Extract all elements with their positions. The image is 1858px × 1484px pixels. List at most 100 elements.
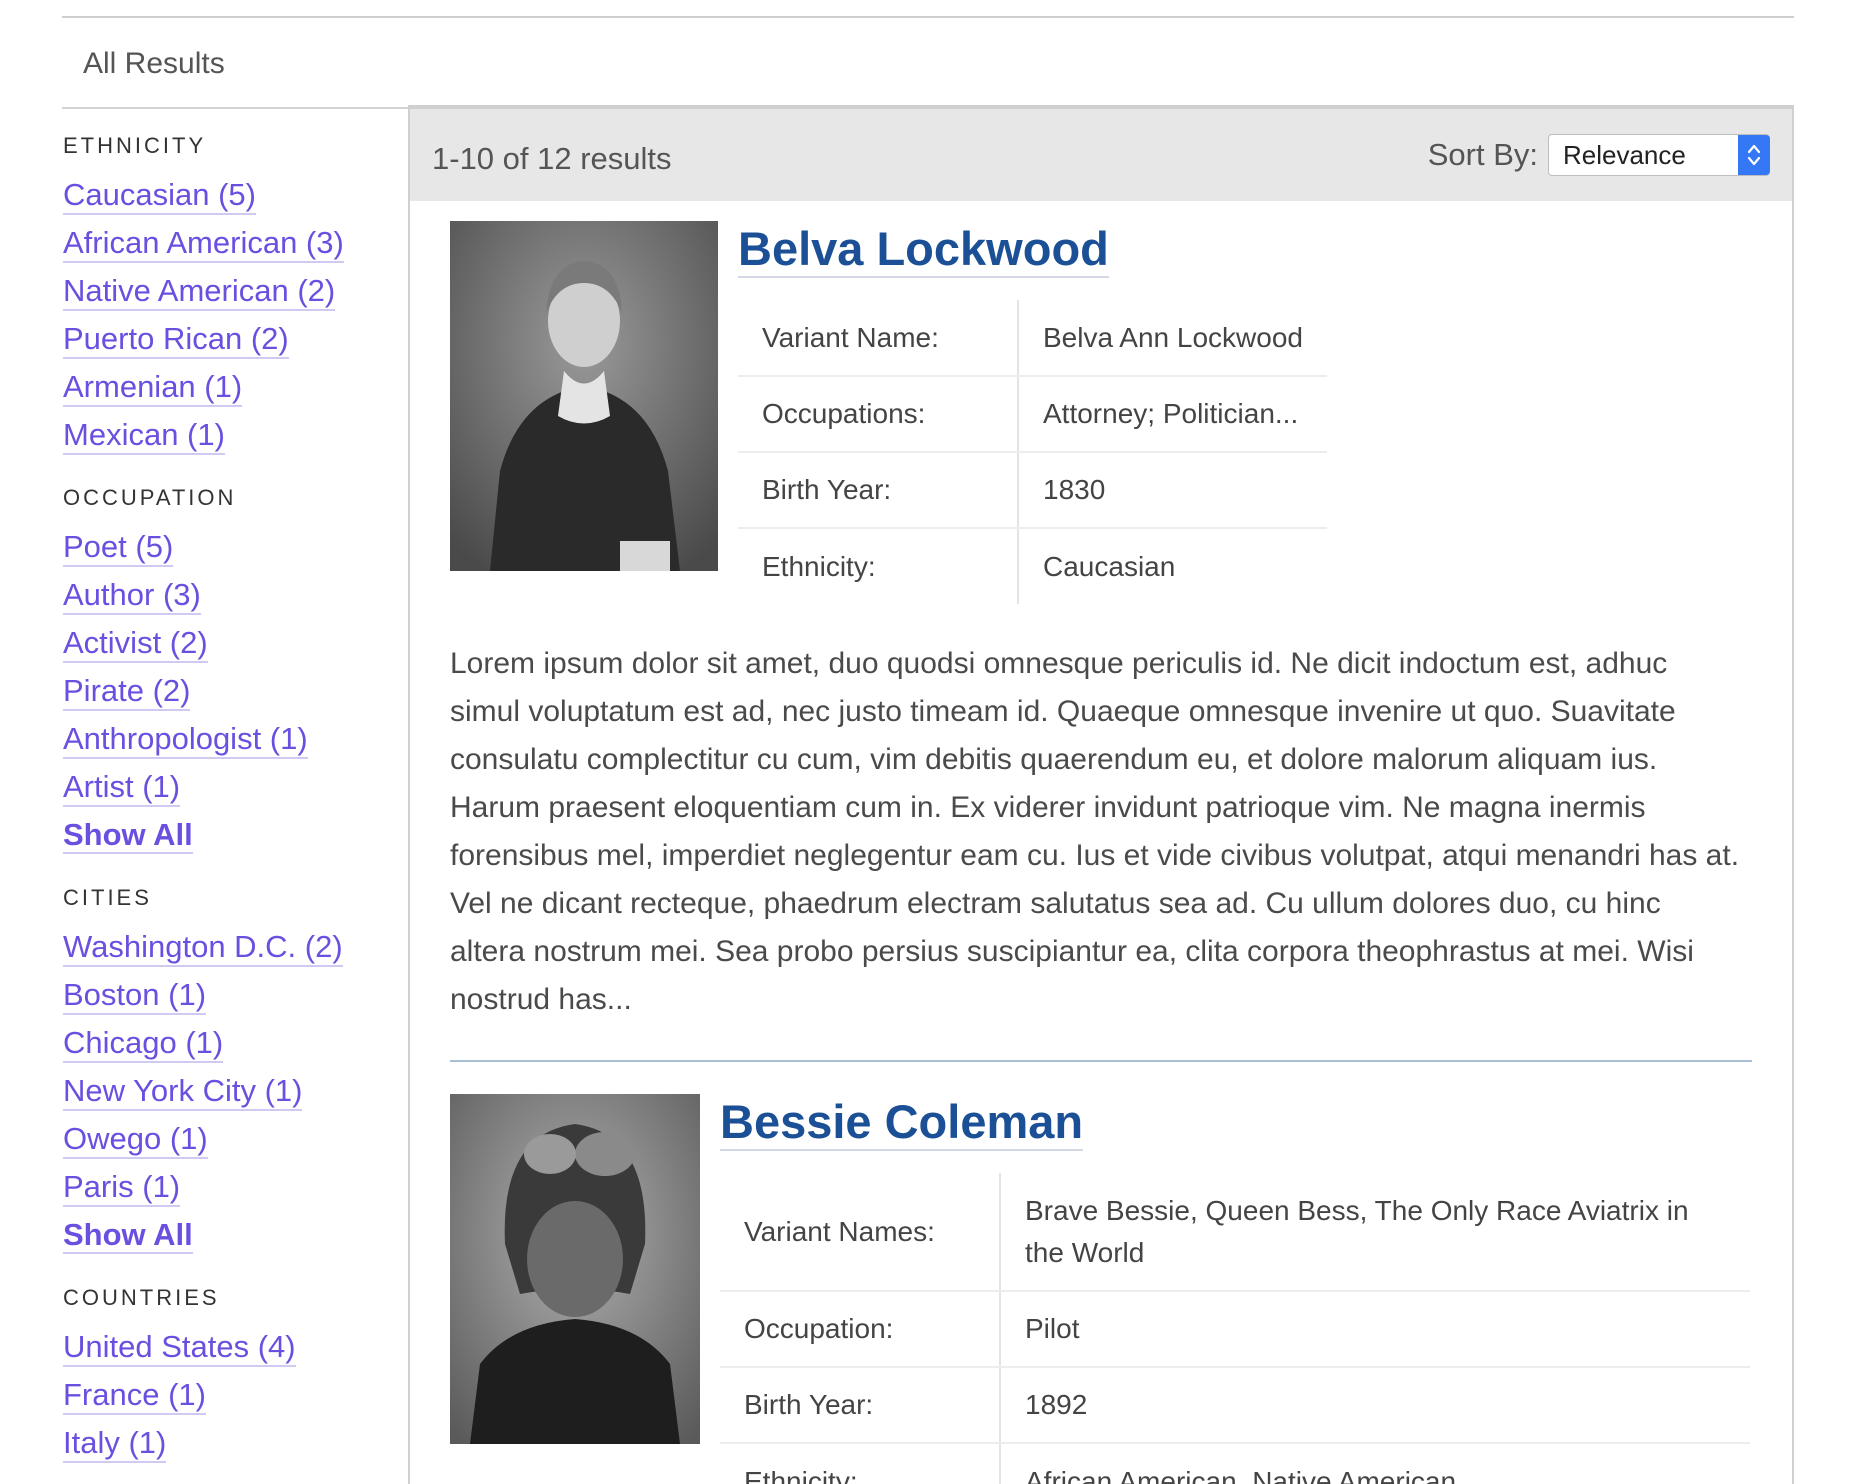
facet-link[interactable]: Anthropologist (1) — [63, 721, 308, 759]
facet-countries: COUNTRIES United States (4) France (1) I… — [62, 1285, 408, 1467]
facet-link[interactable]: New York City (1) — [63, 1073, 303, 1111]
facet-item: New York City (1) — [63, 1067, 408, 1115]
attribute-label: Occupations: — [738, 376, 1019, 453]
facet-title: ETHNICITY — [63, 133, 207, 158]
facet-link[interactable]: Italy (1) — [63, 1425, 167, 1463]
facet-item: Chicago (1) — [63, 1019, 408, 1067]
facet-link[interactable]: United States (4) — [63, 1329, 296, 1367]
facet-link[interactable]: France (1) — [63, 1377, 206, 1415]
breadcrumb-all-results[interactable]: All Results — [83, 47, 225, 81]
facet-item: Mexican (1) — [63, 411, 408, 459]
facet-sidebar: ETHNICITY Caucasian (5) African American… — [62, 107, 408, 1484]
sort-select[interactable]: Relevance — [1548, 134, 1770, 176]
facet-link[interactable]: Boston (1) — [63, 977, 207, 1015]
attribute-label: Birth Year: — [720, 1367, 1001, 1444]
result-header: Belva Lockwood Variant Name: Belva Ann L… — [450, 221, 1752, 604]
attribute-value: Belva Ann Lockwood — [1018, 300, 1327, 377]
result-card: Belva Lockwood Variant Name: Belva Ann L… — [450, 201, 1752, 1062]
sort-control: Sort By: Relevance — [1428, 134, 1770, 176]
facet-link[interactable]: Paris (1) — [63, 1169, 181, 1207]
result-card: Bessie Coleman Variant Names: Brave Bess… — [450, 1062, 1752, 1484]
table-row: Occupation: Pilot — [720, 1291, 1750, 1368]
attribute-label: Variant Names: — [720, 1173, 1001, 1292]
sort-label: Sort By: — [1427, 137, 1538, 172]
results-toolbar: 1-10 of 12 results Sort By: Relevance — [410, 109, 1792, 201]
facet-item: France (1) — [63, 1371, 408, 1419]
results-panel: 1-10 of 12 results Sort By: Relevance Be… — [408, 105, 1794, 1484]
facet-list: Washington D.C. (2) Boston (1) Chicago (… — [63, 923, 408, 1211]
facet-item: Armenian (1) — [63, 363, 408, 411]
facet-link[interactable]: Puerto Rican (2) — [63, 321, 289, 359]
facet-link[interactable]: Artist (1) — [63, 769, 181, 807]
chevron-up-down-icon — [1738, 135, 1770, 175]
attribute-value: African American, Native American — [1025, 1465, 1457, 1484]
attribute-label: Ethnicity: — [720, 1443, 1001, 1484]
facet-title: CITIES — [63, 885, 152, 910]
attribute-value: 1892 — [1000, 1367, 1750, 1444]
attribute-value: Brave Bessie, Queen Bess, The Only Race … — [1000, 1173, 1750, 1292]
attribute-label: Birth Year: — [738, 452, 1019, 529]
facet-title: OCCUPATION — [63, 485, 237, 510]
attribute-value: Attorney; Politician... — [1018, 376, 1327, 453]
person-attributes-table: Variant Names: Brave Bessie, Queen Bess,… — [720, 1173, 1750, 1484]
table-row: Ethnicity: African American, Native Amer… — [720, 1443, 1750, 1484]
facet-item: Artist (1) — [63, 763, 408, 811]
facet-link[interactable]: Chicago (1) — [63, 1025, 224, 1063]
facet-link[interactable]: Caucasian (5) — [63, 177, 256, 215]
person-attributes-table: Variant Name: Belva Ann Lockwood Occupat… — [738, 300, 1327, 604]
result-info: Bessie Coleman Variant Names: Brave Bess… — [720, 1094, 1752, 1484]
facet-cities: CITIES Washington D.C. (2) Boston (1) Ch… — [62, 885, 408, 1259]
facet-item: Caucasian (5) — [63, 171, 408, 219]
facet-list: Poet (5) Author (3) Activist (2) Pirate … — [63, 523, 408, 811]
show-all-link[interactable]: Show All — [63, 817, 193, 854]
facet-item: Pirate (2) — [63, 667, 408, 715]
facet-title: COUNTRIES — [63, 1285, 220, 1310]
table-row: Occupations: Attorney; Politician... — [738, 376, 1327, 453]
table-row: Ethnicity: Caucasian — [738, 528, 1327, 604]
portrait-image[interactable] — [450, 221, 718, 571]
result-info: Belva Lockwood Variant Name: Belva Ann L… — [738, 221, 1752, 604]
attribute-value: Caucasian — [1043, 550, 1176, 582]
facet-item: Boston (1) — [63, 971, 408, 1019]
table-row: Birth Year: 1830 — [738, 452, 1327, 529]
attribute-value: Pilot — [1000, 1291, 1750, 1368]
result-name-link[interactable]: Belva Lockwood — [738, 221, 1109, 278]
result-description: Lorem ipsum dolor sit amet, duo quodsi o… — [450, 647, 1740, 1016]
facet-item: Anthropologist (1) — [63, 715, 408, 763]
facet-link[interactable]: Pirate (2) — [63, 673, 191, 711]
facet-item: Native American (2) — [63, 267, 408, 315]
facet-link[interactable]: Owego (1) — [63, 1121, 208, 1159]
facet-item: Owego (1) — [63, 1115, 408, 1163]
facet-link[interactable]: Mexican (1) — [63, 417, 225, 455]
cities-show-all: Show All — [63, 1211, 408, 1259]
portrait-image[interactable] — [450, 1094, 700, 1444]
facet-item: Washington D.C. (2) — [63, 923, 408, 971]
result-name-link[interactable]: Bessie Coleman — [720, 1094, 1084, 1151]
facet-item: Paris (1) — [63, 1163, 408, 1211]
facet-link[interactable]: Activist (2) — [63, 625, 208, 663]
facet-link[interactable]: Poet (5) — [63, 529, 174, 567]
attribute-label: Occupation: — [720, 1291, 1001, 1368]
facet-item: United States (4) — [63, 1323, 408, 1371]
attribute-label: Ethnicity: — [738, 528, 1019, 604]
table-row: Birth Year: 1892 — [720, 1367, 1750, 1444]
facet-ethnicity: ETHNICITY Caucasian (5) African American… — [62, 133, 408, 459]
table-row: Variant Name: Belva Ann Lockwood — [738, 300, 1327, 377]
facet-link[interactable]: Native American (2) — [63, 273, 336, 311]
facet-item: Activist (2) — [63, 619, 408, 667]
facet-link[interactable]: African American (3) — [63, 225, 344, 263]
sort-select-value: Relevance — [1563, 139, 1686, 170]
table-row: Variant Names: Brave Bessie, Queen Bess,… — [720, 1173, 1750, 1292]
show-all-link[interactable]: Show All — [63, 1217, 193, 1254]
facet-list: United States (4) France (1) Italy (1) — [63, 1323, 408, 1467]
result-header: Bessie Coleman Variant Names: Brave Bess… — [450, 1094, 1752, 1484]
facet-link[interactable]: Armenian (1) — [63, 369, 243, 407]
facet-item: Puerto Rican (2) — [63, 315, 408, 363]
facet-link[interactable]: Author (3) — [63, 577, 201, 615]
results-count: 1-10 of 12 results — [432, 141, 672, 176]
facet-item: Author (3) — [63, 571, 408, 619]
top-divider — [62, 16, 1794, 18]
facet-occupation: OCCUPATION Poet (5) Author (3) Activist … — [62, 485, 408, 859]
attribute-label: Variant Name: — [738, 300, 1019, 377]
facet-link[interactable]: Washington D.C. (2) — [63, 929, 343, 967]
